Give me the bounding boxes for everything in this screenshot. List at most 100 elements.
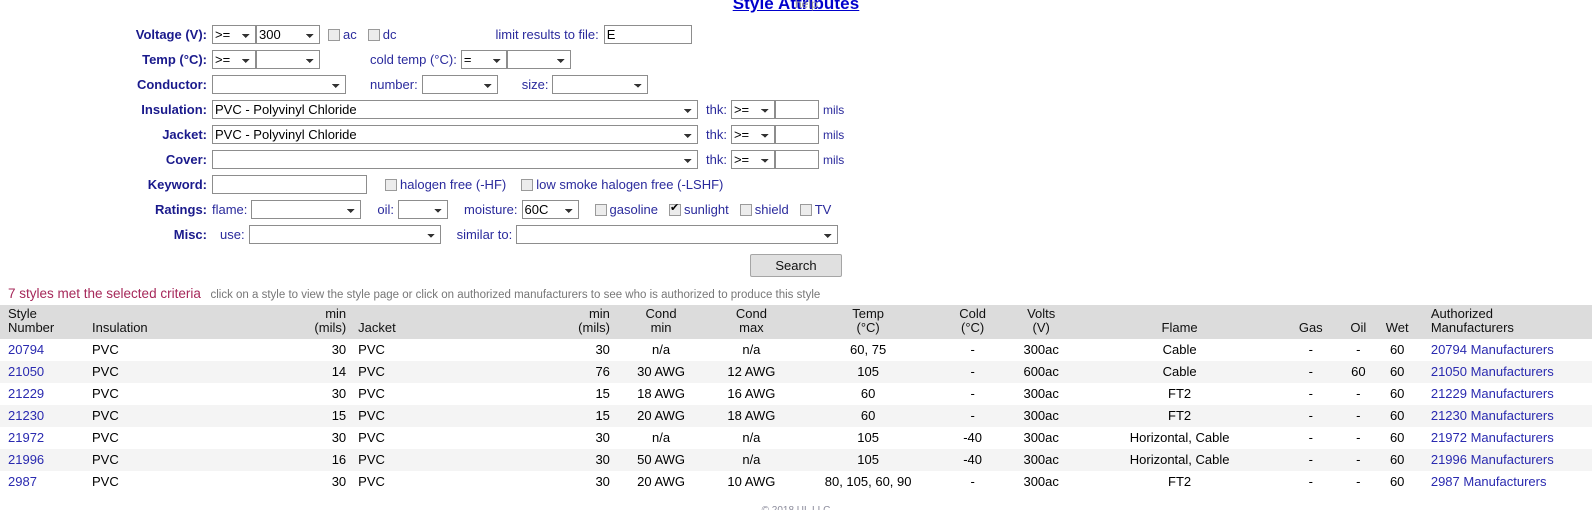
cell-volts: 300ac — [1006, 471, 1077, 493]
cold-temp-value-select[interactable] — [507, 50, 571, 69]
cover-label: Cover: — [0, 152, 212, 167]
manufacturers-link[interactable]: 2987 Manufacturers — [1431, 474, 1547, 489]
jacket-thk-operator-select[interactable]: >= — [731, 125, 775, 144]
cell-flame: FT2 — [1077, 383, 1283, 405]
ratings-moisture-select[interactable]: 60C — [522, 200, 579, 219]
ratings-flame-label: flame: — [212, 202, 251, 217]
style-number-link[interactable]: 21229 — [8, 386, 44, 401]
conductor-size-select[interactable] — [552, 75, 648, 94]
conductor-number-select[interactable] — [422, 75, 498, 94]
cell-cond_max: n/a — [706, 449, 796, 471]
table-header-row: StyleNumber Insulation min(mils) Jacket … — [0, 305, 1592, 339]
cell-temp: 105 — [797, 449, 940, 471]
cell-style[interactable]: 21972 — [0, 427, 86, 449]
cell-wet: 60 — [1378, 427, 1417, 449]
limit-file-input[interactable] — [604, 25, 692, 44]
cell-temp: 105 — [797, 361, 940, 383]
insulation-select[interactable]: PVC - Polyvinyl Chloride — [212, 100, 698, 119]
voltage-dc-checkbox[interactable] — [368, 29, 380, 41]
misc-similar-select[interactable] — [516, 225, 838, 244]
insulation-thk-label: thk: — [698, 102, 731, 117]
cell-jkt_min: 76 — [532, 361, 616, 383]
voltage-label: Voltage (V): — [0, 27, 212, 42]
conductor-select[interactable] — [212, 75, 346, 94]
col-insulation-min: min(mils) — [268, 305, 352, 339]
cell-cond_max: n/a — [706, 339, 796, 361]
voltage-ac-checkbox[interactable] — [328, 29, 340, 41]
manufacturers-link[interactable]: 21050 Manufacturers — [1431, 364, 1554, 379]
style-number-link[interactable]: 21050 — [8, 364, 44, 379]
cell-style[interactable]: 20794 — [0, 339, 86, 361]
jacket-select[interactable]: PVC - Polyvinyl Chloride — [212, 125, 698, 144]
form-row-temp: Temp (°C): >= cold temp (°C): = — [0, 47, 1592, 72]
cell-mfr[interactable]: 2987 Manufacturers — [1417, 471, 1592, 493]
form-row-voltage: Voltage (V): >= 300 ac dc limit results … — [0, 22, 1592, 47]
form-row-conductor: Conductor: number: size: — [0, 72, 1592, 97]
cell-ins_min: 30 — [268, 383, 352, 405]
limit-file-label: limit results to file: — [495, 27, 598, 42]
voltage-value-select[interactable]: 300 — [256, 25, 320, 44]
cell-mfr[interactable]: 20794 Manufacturers — [1417, 339, 1592, 361]
low-smoke-halogen-free-checkbox[interactable] — [521, 179, 533, 191]
cover-thk-input[interactable] — [775, 150, 819, 169]
voltage-dc-label: dc — [383, 27, 400, 42]
cell-oil: 60 — [1339, 361, 1377, 383]
search-button[interactable]: Search — [750, 254, 841, 277]
cell-style[interactable]: 21996 — [0, 449, 86, 471]
style-number-link[interactable]: 21230 — [8, 408, 44, 423]
cell-wet: 60 — [1378, 339, 1417, 361]
temp-operator-select[interactable]: >= — [212, 50, 256, 69]
manufacturers-link[interactable]: 20794 Manufacturers — [1431, 342, 1554, 357]
cell-oil: - — [1339, 449, 1377, 471]
cover-thk-operator-select[interactable]: >= — [731, 150, 775, 169]
insulation-thk-operator-select[interactable]: >= — [731, 100, 775, 119]
cell-cond_max: 10 AWG — [706, 471, 796, 493]
style-number-link[interactable]: 2987 — [8, 474, 37, 489]
style-number-link[interactable]: 21996 — [8, 452, 44, 467]
jacket-thk-input[interactable] — [775, 125, 819, 144]
cell-style[interactable]: 2987 — [0, 471, 86, 493]
voltage-operator-select[interactable]: >= — [212, 25, 256, 44]
cover-select[interactable] — [212, 150, 698, 169]
manufacturers-link[interactable]: 21230 Manufacturers — [1431, 408, 1554, 423]
cell-mfr[interactable]: 21050 Manufacturers — [1417, 361, 1592, 383]
cell-flame: Horizontal, Cable — [1077, 449, 1283, 471]
cold-temp-operator-select[interactable]: = — [461, 50, 507, 69]
manufacturers-link[interactable]: 21972 Manufacturers — [1431, 430, 1554, 445]
ratings-oil-select[interactable] — [398, 200, 448, 219]
cell-volts: 600ac — [1006, 361, 1077, 383]
cell-style[interactable]: 21229 — [0, 383, 86, 405]
style-number-link[interactable]: 21972 — [8, 430, 44, 445]
cell-ins_min: 15 — [268, 405, 352, 427]
ratings-tv-checkbox[interactable] — [800, 204, 812, 216]
cell-mfr[interactable]: 21229 Manufacturers — [1417, 383, 1592, 405]
cell-cold: -40 — [940, 449, 1006, 471]
style-attributes-form: Voltage (V): >= 300 ac dc limit results … — [0, 16, 1592, 277]
insulation-thk-input[interactable] — [775, 100, 819, 119]
cell-flame: FT2 — [1077, 405, 1283, 427]
misc-use-select[interactable] — [249, 225, 441, 244]
cell-cond_max: 12 AWG — [706, 361, 796, 383]
cell-cold: - — [940, 339, 1006, 361]
cell-mfr[interactable]: 21972 Manufacturers — [1417, 427, 1592, 449]
ratings-shield-checkbox[interactable] — [740, 204, 752, 216]
ratings-sunlight-checkbox[interactable] — [669, 204, 681, 216]
style-number-link[interactable]: 20794 — [8, 342, 44, 357]
misc-use-label: use: — [212, 227, 249, 242]
insulation-label: Insulation: — [0, 102, 212, 117]
cell-style[interactable]: 21230 — [0, 405, 86, 427]
manufacturers-link[interactable]: 21229 Manufacturers — [1431, 386, 1554, 401]
keyword-input[interactable] — [212, 175, 367, 194]
cell-mfr[interactable]: 21230 Manufacturers — [1417, 405, 1592, 427]
halogen-free-checkbox[interactable] — [385, 179, 397, 191]
temp-value-select[interactable] — [256, 50, 320, 69]
cell-style[interactable]: 21050 — [0, 361, 86, 383]
ratings-shield-label: shield — [755, 202, 792, 217]
cell-gas: - — [1282, 427, 1339, 449]
ratings-gasoline-checkbox[interactable] — [595, 204, 607, 216]
help-link[interactable]: help — [795, 0, 818, 11]
manufacturers-link[interactable]: 21996 Manufacturers — [1431, 452, 1554, 467]
conductor-size-label: size: — [498, 77, 553, 92]
ratings-flame-select[interactable] — [251, 200, 361, 219]
cell-mfr[interactable]: 21996 Manufacturers — [1417, 449, 1592, 471]
